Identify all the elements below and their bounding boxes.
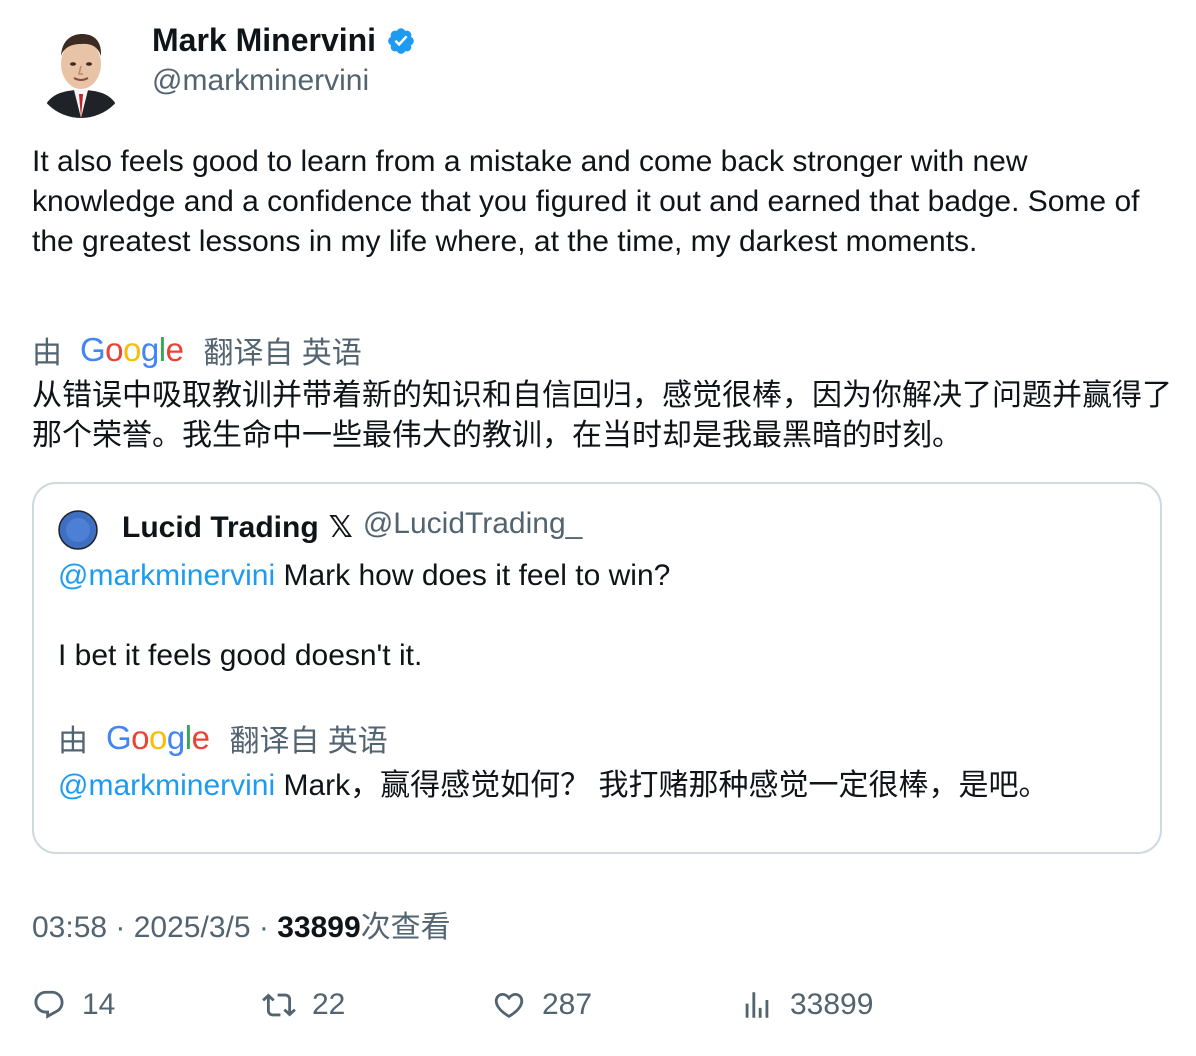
author-avatar[interactable] bbox=[34, 24, 128, 118]
retweet-button[interactable]: 22 bbox=[262, 988, 345, 1022]
verified-badge-icon bbox=[388, 27, 414, 54]
translated-text: 从错误中吸取教训并带着新的知识和自信回归，感觉很棒，因为你解决了问题并赢得了那个… bbox=[32, 379, 1172, 452]
quoted-translated-mention-link[interactable]: @markminervini bbox=[58, 769, 275, 802]
quoted-text-line-1: @markminervini Mark how does it feel to … bbox=[58, 556, 670, 596]
quoted-text-1: Mark how does it feel to win? bbox=[275, 559, 671, 592]
quoted-google-logo[interactable]: Google bbox=[106, 719, 210, 757]
views-action-count: 33899 bbox=[790, 988, 874, 1021]
tweet-text: It also feels good to learn from a mista… bbox=[32, 145, 1140, 258]
translated-from-label: 翻译自 英语 bbox=[203, 337, 362, 370]
like-button[interactable]: 287 bbox=[492, 988, 592, 1022]
quoted-text-line-2: I bet it feels good doesn't it. bbox=[58, 639, 423, 672]
quoted-translation-attribution: 由 Google 翻译自 英语 bbox=[58, 716, 388, 760]
quoted-translated-text: Mark，赢得感觉如何？ 我打赌那种感觉一定很棒，是吧。 bbox=[275, 769, 1049, 802]
action-bar: 14 22 287 33899 bbox=[0, 988, 1196, 1032]
tweet-meta: 03:58 · 2025/3/5 · 33899次查看 bbox=[32, 902, 451, 946]
reply-count: 14 bbox=[82, 988, 116, 1021]
tweet-time[interactable]: 03:58 bbox=[32, 911, 107, 944]
quoted-author-handle: @LucidTrading_ bbox=[362, 506, 583, 540]
quoted-translated-from-label: 翻译自 英语 bbox=[229, 725, 388, 758]
translated-by-label: 由 bbox=[32, 337, 62, 370]
meta-separator: · bbox=[250, 911, 278, 944]
quoted-avatar[interactable] bbox=[58, 510, 98, 550]
heart-icon bbox=[494, 992, 524, 1018]
quoted-translated-line: @markminervini Mark，赢得感觉如何？ 我打赌那种感觉一定很棒，… bbox=[58, 766, 1049, 806]
quoted-mention-link[interactable]: @markminervini bbox=[58, 559, 275, 592]
author-name[interactable]: Mark Minervini bbox=[152, 22, 416, 59]
views-count: 33899 bbox=[277, 911, 361, 944]
quoted-translated-by-label: 由 bbox=[58, 725, 88, 758]
analytics-bars-icon bbox=[745, 992, 769, 1018]
reply-button[interactable]: 14 bbox=[32, 988, 115, 1022]
quoted-tweet-card[interactable]: Lucid Trading 𝕏 @LucidTrading_ @markmine… bbox=[32, 482, 1162, 854]
views-label: 次查看 bbox=[360, 911, 451, 944]
meta-separator: · bbox=[107, 911, 134, 944]
tweet-date[interactable]: 2025/3/5 bbox=[134, 911, 251, 944]
reply-icon bbox=[34, 990, 64, 1019]
views-button[interactable]: 33899 bbox=[740, 988, 873, 1022]
quoted-author-name: Lucid Trading bbox=[122, 510, 319, 544]
author-name-text: Mark Minervini bbox=[152, 22, 377, 58]
retweet-count: 22 bbox=[312, 988, 346, 1021]
like-count: 287 bbox=[542, 988, 593, 1021]
x-logo-icon: 𝕏 bbox=[328, 511, 353, 544]
author-handle[interactable]: @markminervini bbox=[152, 64, 369, 98]
quoted-author: Lucid Trading 𝕏 @LucidTrading_ bbox=[122, 506, 583, 545]
retweet-icon bbox=[262, 993, 296, 1017]
translation-attribution: 由 Google 翻译自 英语 bbox=[32, 328, 362, 372]
avatar-portrait-icon bbox=[34, 24, 128, 118]
google-logo[interactable]: Google bbox=[80, 331, 184, 369]
